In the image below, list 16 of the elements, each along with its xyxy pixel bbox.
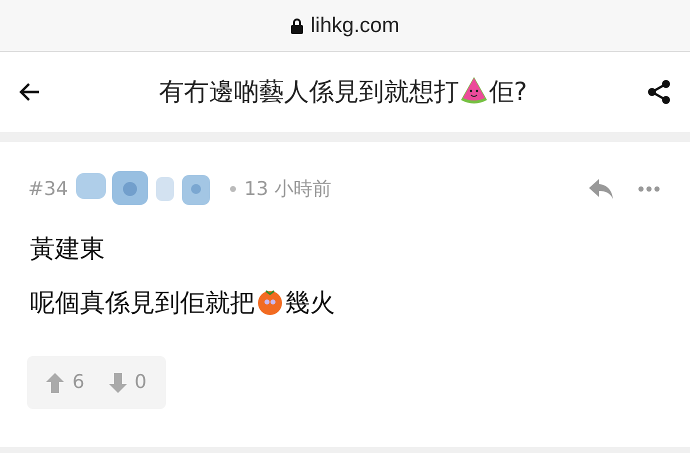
watermelon-sticker-icon [458, 76, 489, 104]
post-time: 13 小時前 [244, 176, 332, 202]
back-icon[interactable] [18, 82, 40, 102]
upvote-count: 6 [72, 370, 84, 396]
post-text-line: 黃建東 [30, 234, 105, 263]
url-text[interactable]: lihkg.com [310, 10, 400, 42]
upvote-icon[interactable] [46, 372, 64, 392]
post-text-line: 呢個真係見到佢就把 幾火 [30, 288, 335, 317]
share-icon[interactable] [646, 79, 672, 105]
post-number: #34 [28, 176, 68, 202]
separator-dot [230, 186, 236, 192]
downvote-count: 0 [134, 370, 147, 396]
reply-icon[interactable] [588, 178, 614, 200]
thread-title: 有冇邊啲藝人係見到就想打 佢? [158, 75, 528, 108]
downvote-icon[interactable] [108, 372, 126, 392]
more-icon[interactable] [638, 186, 660, 192]
